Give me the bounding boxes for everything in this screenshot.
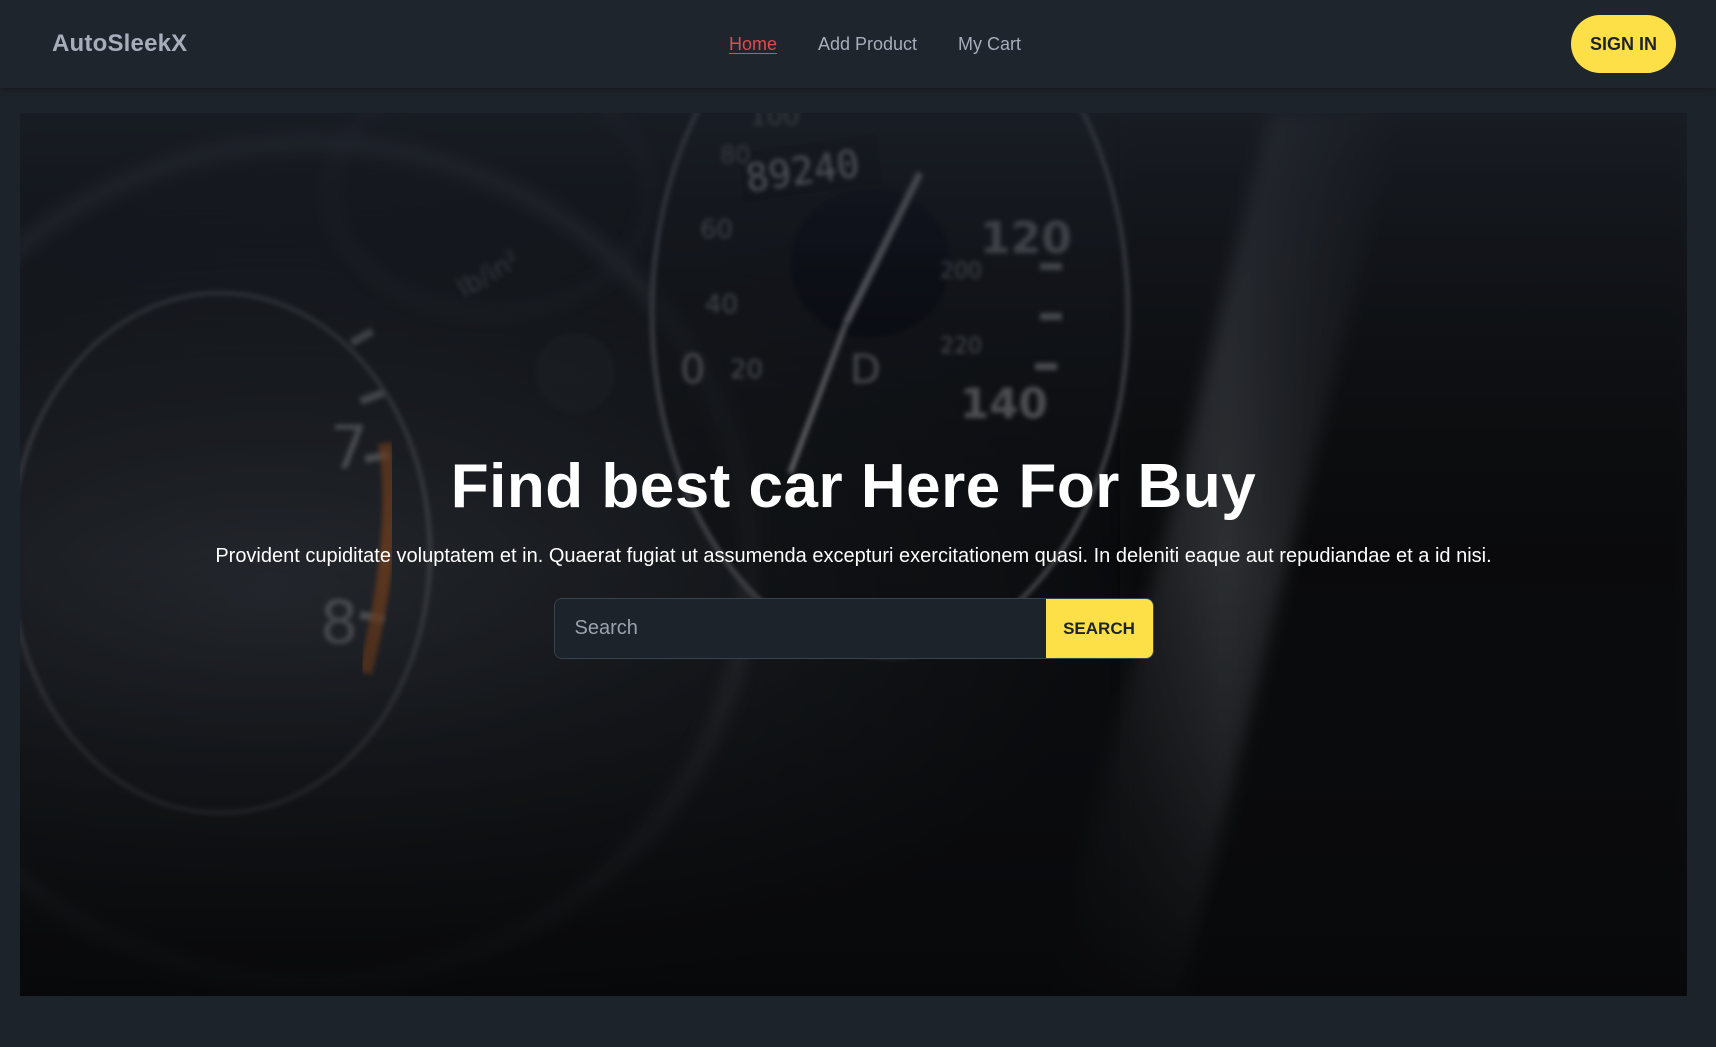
nav-link-home[interactable]: Home	[729, 34, 777, 55]
search-bar: SEARCH	[553, 598, 1154, 660]
hero-subtitle: Provident cupiditate voluptatem et in. Q…	[215, 545, 1492, 568]
brand-logo[interactable]: AutoSleekX	[52, 30, 187, 58]
nav-link-my-cart[interactable]: My Cart	[958, 34, 1021, 55]
nav-link-add-product[interactable]: Add Product	[818, 34, 917, 55]
nav-links: Home Add Product My Cart	[0, 0, 1716, 88]
hero-banner: 7 8 89240 100 80 60 40 20 0 120 140 200 …	[20, 113, 1687, 996]
search-button[interactable]: SEARCH	[1045, 599, 1153, 659]
navbar: AutoSleekX Home Add Product My Cart SIGN…	[0, 0, 1716, 88]
sign-in-button[interactable]: SIGN IN	[1571, 15, 1676, 73]
search-input[interactable]	[554, 599, 1046, 659]
hero-title: Find best car Here For Buy	[450, 452, 1257, 521]
hero-content: Find best car Here For Buy Provident cup…	[20, 452, 1687, 660]
